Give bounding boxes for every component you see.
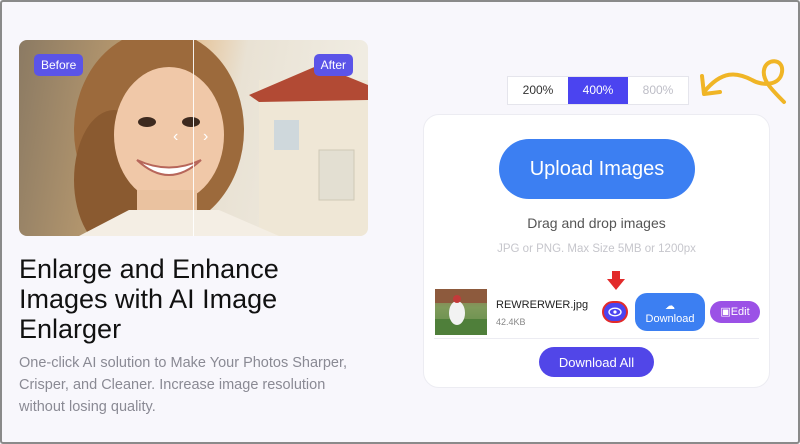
before-badge: Before: [34, 54, 84, 76]
upload-card: Upload Images Drag and drop images JPG o…: [423, 114, 770, 388]
after-badge: After: [313, 54, 353, 76]
page-title: Enlarge and Enhance Images with AI Image…: [19, 254, 279, 344]
preview-button[interactable]: [602, 301, 628, 323]
download-button[interactable]: ☁ Download: [635, 293, 705, 331]
eye-icon: [608, 307, 622, 317]
edit-button[interactable]: ▣Edit: [710, 301, 760, 323]
red-down-arrow-icon: [607, 271, 625, 290]
file-thumbnail[interactable]: [435, 289, 487, 335]
drag-drop-text: Drag and drop images: [527, 215, 666, 231]
cloud-download-icon: ☁: [665, 301, 675, 312]
chevron-left-icon[interactable]: ‹: [173, 128, 178, 146]
edit-label: Edit: [730, 306, 750, 318]
edit-icon: ▣: [720, 306, 731, 318]
file-name: REWRERWER.jpg: [496, 299, 589, 311]
page-frame: ‹ › Before After Enlarge and Enhance Ima…: [0, 0, 800, 444]
upload-images-button[interactable]: Upload Images: [499, 139, 695, 199]
comparison-divider[interactable]: [193, 40, 194, 236]
upload-limits-text: JPG or PNG. Max Size 5MB or 1200px: [497, 243, 696, 255]
file-row: REWRERWER.jpg 42.4KB ☁ Download ▣Edit: [434, 271, 760, 339]
scale-option-400[interactable]: 400%: [568, 77, 628, 104]
before-after-comparison[interactable]: ‹ › Before After: [19, 40, 368, 236]
scale-selector: 200% 400% 800%: [507, 76, 689, 105]
download-label: Download: [645, 313, 695, 325]
scale-option-200[interactable]: 200%: [508, 77, 568, 104]
file-size: 42.4KB: [496, 317, 526, 327]
chevron-right-icon[interactable]: ›: [203, 128, 208, 146]
scale-option-800[interactable]: 800%: [628, 77, 688, 104]
download-all-button[interactable]: Download All: [539, 347, 654, 377]
curly-arrow-icon: [700, 59, 786, 104]
page-description: One-click AI solution to Make Your Photo…: [19, 355, 348, 415]
